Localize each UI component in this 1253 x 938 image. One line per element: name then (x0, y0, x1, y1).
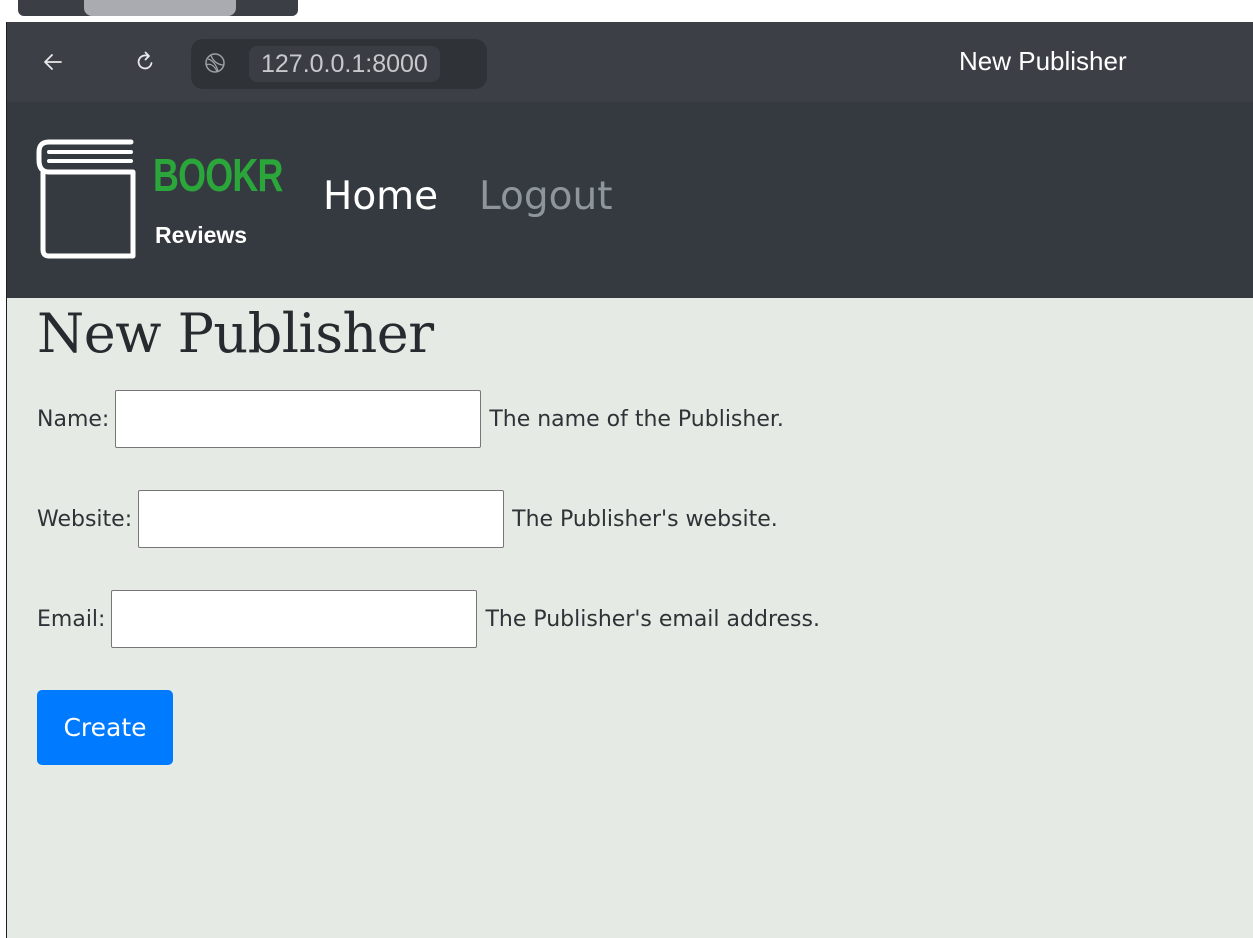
active-tab[interactable] (84, 0, 236, 16)
bookr-logo[interactable]: BOOKR Reviews (35, 138, 283, 262)
brand-wordmark: BOOKR (153, 149, 283, 201)
url-text[interactable]: 127.0.0.1:8000 (249, 46, 440, 82)
email-form-row: Email: The Publisher's email address. (37, 590, 820, 648)
email-label: Email: (37, 606, 106, 632)
browser-toolbar: 127.0.0.1:8000 New Publisher (7, 22, 1253, 102)
nav-logout-link[interactable]: Logout (479, 174, 613, 219)
email-input[interactable] (111, 590, 478, 648)
page-title: New Publisher (37, 302, 434, 365)
nav-home-link[interactable]: Home (323, 174, 438, 219)
tab-title: New Publisher (959, 46, 1127, 76)
create-button[interactable]: Create (37, 690, 173, 765)
email-help-text: The Publisher's email address. (485, 606, 820, 632)
page-content: BOOKR Reviews Home Logout New Publisher … (7, 102, 1253, 938)
website-form-row: Website: The Publisher's website. (37, 490, 778, 548)
brand-subtitle: Reviews (155, 222, 248, 248)
site-navbar: BOOKR Reviews Home Logout (7, 102, 1253, 298)
website-input[interactable] (138, 490, 505, 548)
book-icon (36, 139, 136, 259)
website-help-text: The Publisher's website. (512, 506, 778, 532)
site-info-icon[interactable] (203, 51, 227, 75)
reload-icon[interactable] (127, 44, 163, 80)
address-bar[interactable]: 127.0.0.1:8000 (191, 39, 487, 89)
name-input[interactable] (115, 390, 482, 448)
tab-group (18, 0, 298, 16)
browser-window: 127.0.0.1:8000 New Publisher BOOKR Revie… (6, 22, 1253, 938)
name-form-row: Name: The name of the Publisher. (37, 390, 784, 448)
name-label: Name: (37, 406, 110, 432)
name-help-text: The name of the Publisher. (489, 406, 784, 432)
website-label: Website: (37, 506, 133, 532)
back-arrow-icon[interactable] (35, 44, 71, 80)
tab-strip (0, 0, 1253, 22)
